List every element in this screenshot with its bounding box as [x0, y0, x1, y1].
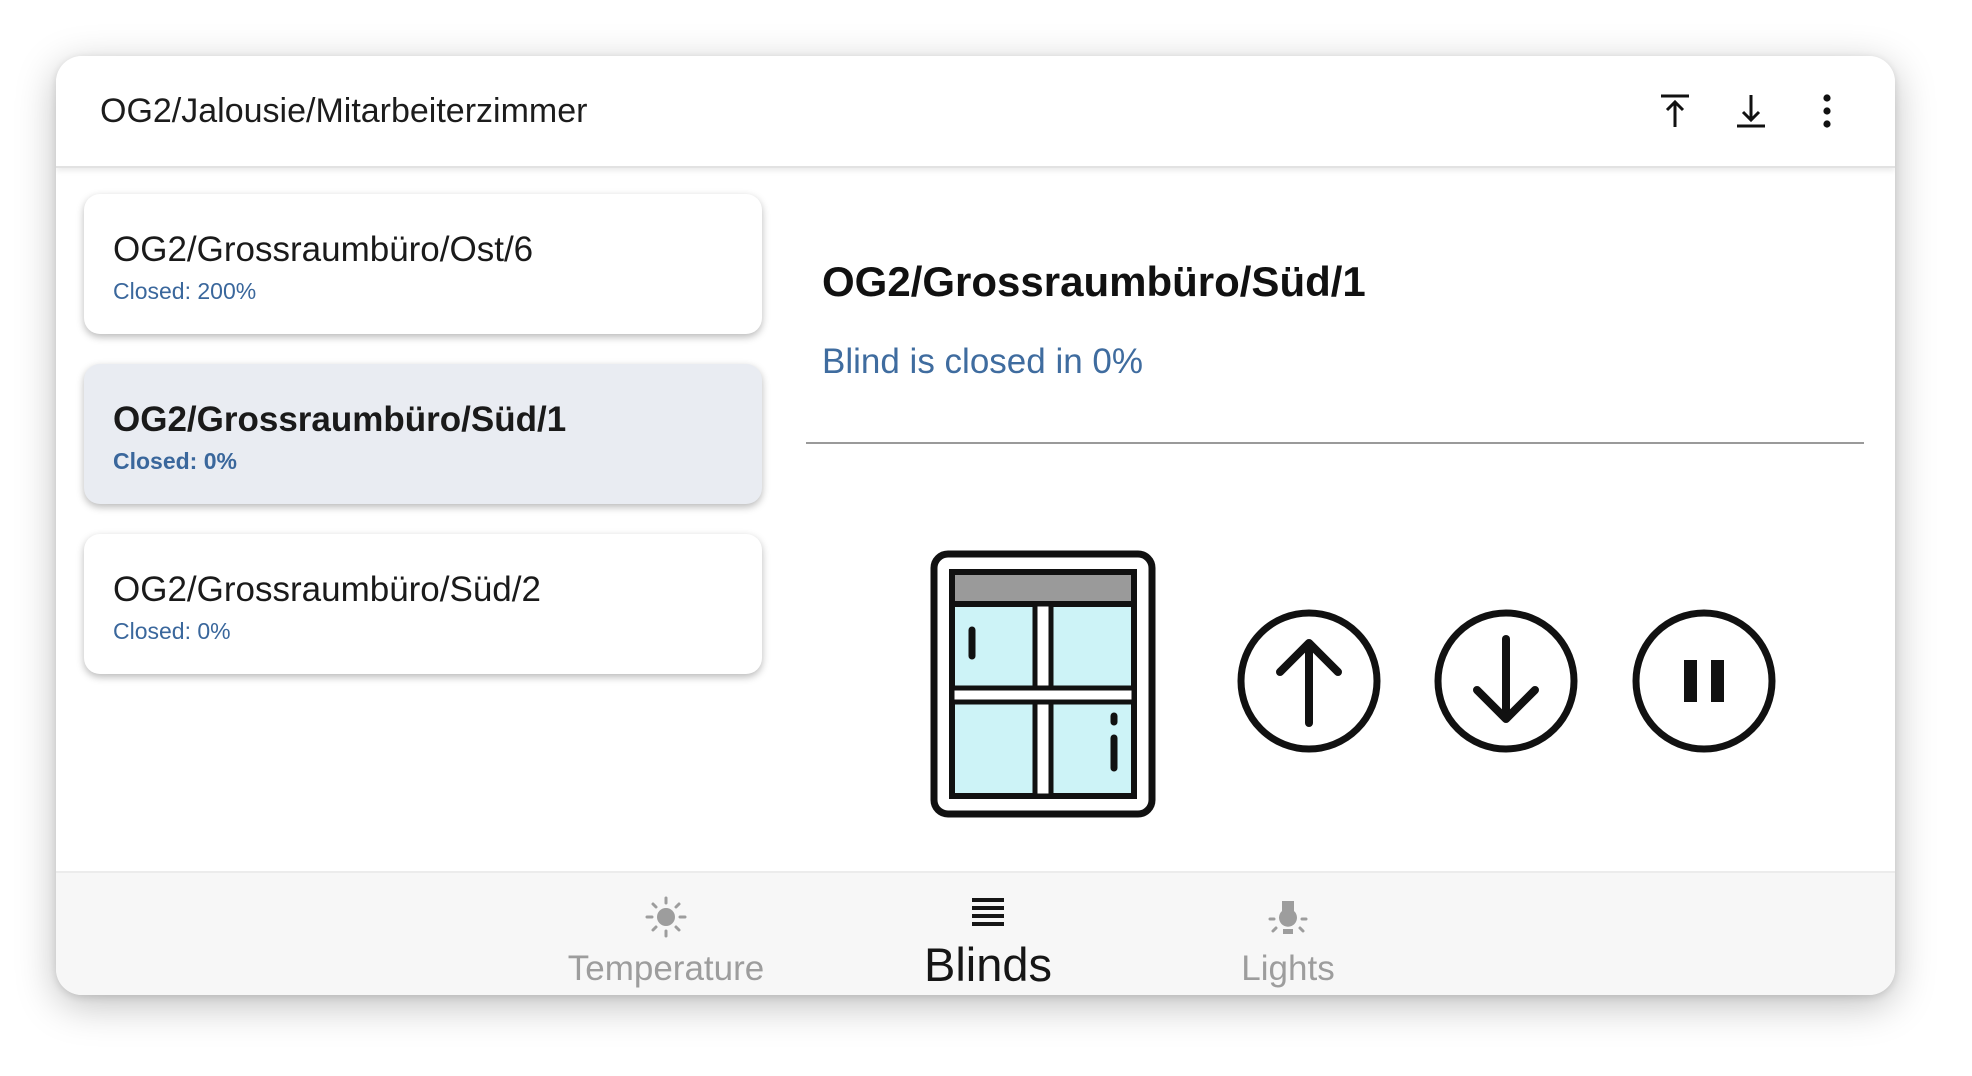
nav-item-temperature[interactable]: Temperature: [566, 873, 766, 995]
blind-list: OG2/Grossraumbüro/Ost/6 Closed: 200% OG2…: [84, 194, 764, 704]
sun-icon: [645, 896, 687, 938]
blind-status: Closed: 0%: [113, 618, 231, 644]
blind-list-item[interactable]: OG2/Grossraumbüro/Süd/2 Closed: 0%: [84, 534, 762, 674]
blind-name: OG2/Grossraumbüro/Ost/6: [113, 230, 534, 269]
nav-label: Lights: [1241, 949, 1335, 988]
divider: [806, 442, 1864, 444]
app-bar: OG2/Jalousie/Mitarbeiterzimmer: [56, 56, 1895, 168]
blind-name: OG2/Grossraumbüro/Süd/2: [113, 570, 541, 609]
blind-up-button[interactable]: [1236, 608, 1382, 754]
move-to-top-icon: [1661, 94, 1689, 127]
blind-status: Closed: 200%: [113, 278, 257, 304]
blind-name: OG2/Grossraumbüro/Süd/1: [113, 400, 567, 439]
detail-status: Blind is closed in 0%: [822, 342, 1143, 381]
more-options-button[interactable]: [1789, 73, 1865, 149]
detail-title: OG2/Grossraumbüro/Süd/1: [822, 258, 1366, 305]
blind-list-item[interactable]: OG2/Grossraumbüro/Ost/6 Closed: 200%: [84, 194, 762, 334]
lightbulb-icon: [1268, 901, 1308, 934]
more-vert-icon: [1823, 94, 1831, 128]
move-to-bottom-icon: [1737, 95, 1765, 128]
app-bar-title: OG2/Jalousie/Mitarbeiterzimmer: [100, 92, 588, 130]
move-to-top-button[interactable]: [1637, 73, 1713, 149]
blind-detail-panel: OG2/Grossraumbüro/Süd/1 Blind is closed …: [806, 194, 1866, 818]
app-bar-actions: [1637, 56, 1865, 166]
blind-status: Closed: 0%: [113, 448, 237, 474]
blind-pause-button[interactable]: [1631, 608, 1777, 754]
nav-label: Temperature: [567, 949, 765, 988]
bottom-navigation: Temperature Blinds Lights: [56, 871, 1895, 995]
move-to-bottom-button[interactable]: [1713, 73, 1789, 149]
blind-list-item-selected[interactable]: OG2/Grossraumbüro/Süd/1 Closed: 0%: [84, 364, 762, 504]
blind-down-button[interactable]: [1433, 608, 1579, 754]
window-blind-icon: [930, 550, 1156, 818]
nav-label: Blinds: [923, 938, 1052, 991]
nav-item-lights[interactable]: Lights: [1218, 873, 1358, 995]
blinds-icon: [972, 898, 1004, 926]
app-window: OG2/Jalousie/Mitarbeiterzimmer OG2/Gross…: [56, 56, 1895, 995]
nav-item-blinds[interactable]: Blinds: [918, 873, 1058, 995]
